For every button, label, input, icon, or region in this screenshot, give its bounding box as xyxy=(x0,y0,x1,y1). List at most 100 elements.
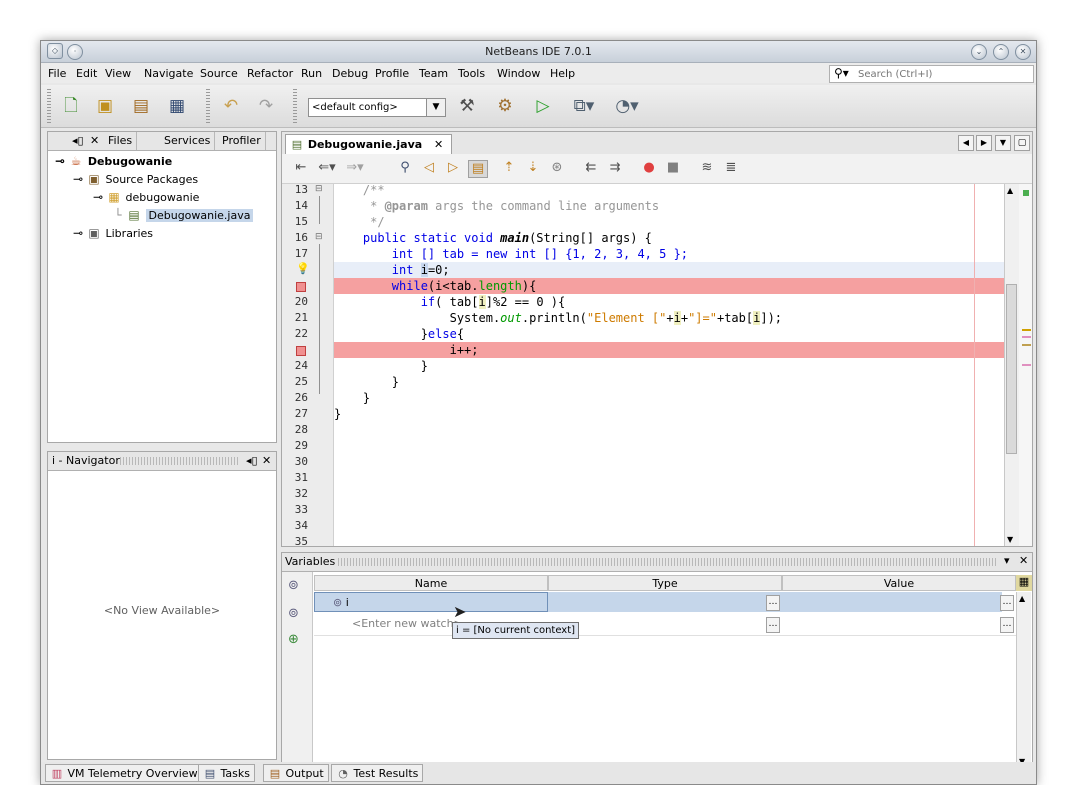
tab-files[interactable]: Files xyxy=(104,132,138,150)
panel-grip[interactable] xyxy=(338,558,998,566)
tab-profiler[interactable]: Profiler xyxy=(218,132,266,150)
menu-team[interactable]: Team xyxy=(419,67,448,80)
comment-icon[interactable]: ≋ xyxy=(698,160,716,176)
close-tab-icon[interactable]: ✕ xyxy=(434,138,443,151)
expand-icon[interactable]: ⊸ xyxy=(70,225,86,241)
tree-file[interactable]: └ ▤ Debugowanie.java xyxy=(110,207,254,223)
stripe-mark[interactable] xyxy=(1022,336,1031,338)
find-icon[interactable]: ⚲ xyxy=(396,160,414,176)
toolbar-grip[interactable] xyxy=(293,89,297,123)
vm-telemetry-button[interactable]: ▥ VM Telemetry Overview xyxy=(45,764,203,782)
menu-source[interactable]: Source xyxy=(200,67,238,80)
toggle-bookmark-icon[interactable]: ⊛ xyxy=(548,160,566,176)
column-chooser-icon[interactable]: ▦ xyxy=(1016,575,1032,591)
close-panel-icon[interactable]: ✕ xyxy=(86,132,103,150)
stripe-mark[interactable] xyxy=(1022,364,1031,366)
last-edit-icon[interactable]: ⇤ xyxy=(292,160,310,176)
breakpoint-icon[interactable] xyxy=(296,282,306,292)
profile-icon[interactable]: ◔▾ xyxy=(609,94,645,118)
menu-profile[interactable]: Profile xyxy=(375,67,409,80)
debug-icon[interactable]: ⧉▾ xyxy=(566,94,602,118)
line-gutter[interactable]: 13 14 15 16 17 💡 20 21 22 24 25 26 27 28… xyxy=(282,184,334,546)
toolbar-grip[interactable] xyxy=(47,89,51,123)
fold-icon[interactable]: ⊟ xyxy=(315,232,323,242)
ellipsis-button[interactable]: … xyxy=(1000,595,1014,611)
open-project-icon[interactable]: ▤ xyxy=(129,94,153,118)
redo-icon[interactable]: ↷ xyxy=(254,94,278,118)
fold-icon[interactable]: ⊟ xyxy=(315,184,323,194)
stripe-mark[interactable] xyxy=(1022,329,1031,331)
tab-services[interactable]: Services xyxy=(160,132,216,150)
new-watch-icon[interactable]: ⊕ xyxy=(288,632,299,647)
scroll-up-icon[interactable]: ▲ xyxy=(1007,186,1013,195)
minimize-icon[interactable]: ⌄ xyxy=(971,44,987,60)
save-all-icon[interactable]: ▦ xyxy=(165,94,189,118)
tree-package[interactable]: ⊸ ▦ debugowanie xyxy=(90,189,199,205)
menu-file[interactable]: File xyxy=(48,67,66,80)
find-previous-icon[interactable]: ◁ xyxy=(420,160,438,176)
panel-grip[interactable] xyxy=(120,457,238,465)
toolbar-grip[interactable] xyxy=(206,89,210,123)
editor-scrollbar[interactable]: ▲ ▼ xyxy=(1004,184,1019,546)
toggle-highlight-icon[interactable]: ▤ xyxy=(468,160,488,178)
menu-view[interactable]: View xyxy=(105,67,131,80)
find-next-icon[interactable]: ▷ xyxy=(444,160,462,176)
start-macro-icon[interactable]: ● xyxy=(640,160,658,176)
documents-dropdown-icon[interactable]: ▼ xyxy=(995,135,1011,151)
menu-window[interactable]: Window xyxy=(497,67,540,80)
clean-build-icon[interactable]: ⚙ xyxy=(493,94,517,118)
menu-edit[interactable]: Edit xyxy=(76,67,97,80)
watch-row-type[interactable] xyxy=(548,592,782,612)
stop-macro-icon[interactable]: ■ xyxy=(664,160,682,176)
watch-icon[interactable]: ⊚ xyxy=(288,578,299,593)
shift-left-icon[interactable]: ⇇ xyxy=(582,160,600,176)
close-icon[interactable]: ✕ xyxy=(1015,44,1031,60)
maximize-icon[interactable]: ⌃ xyxy=(993,44,1009,60)
menu-help[interactable]: Help xyxy=(550,67,575,80)
next-bookmark-icon[interactable]: ⇣ xyxy=(524,160,542,176)
menu-navigate[interactable]: Navigate xyxy=(144,67,193,80)
code-area[interactable]: /** * @param args the command line argum… xyxy=(334,184,1004,546)
test-results-button[interactable]: ◔ Test Results xyxy=(331,764,424,782)
build-icon[interactable]: ⚒ xyxy=(455,94,479,118)
column-name[interactable]: Name xyxy=(314,575,548,591)
menu-debug[interactable]: Debug xyxy=(332,67,368,80)
tab-debugowanie-java[interactable]: ▤ Debugowanie.java ✕ xyxy=(285,134,453,155)
maximize-editor-icon[interactable]: ▢ xyxy=(1014,135,1030,151)
close-panel-icon[interactable]: ✕ xyxy=(258,452,275,470)
output-button[interactable]: ▤ Output xyxy=(263,764,329,782)
menu-refactor[interactable]: Refactor xyxy=(247,67,293,80)
quick-search[interactable]: ⚲▾ xyxy=(829,65,1034,83)
watch-icon[interactable]: ⊚ xyxy=(288,606,299,621)
menu-tools[interactable]: Tools xyxy=(458,67,485,80)
scrollbar-thumb[interactable] xyxy=(1006,284,1017,454)
tree-source-packages[interactable]: ⊸ ▣ Source Packages xyxy=(70,171,198,187)
tasks-button[interactable]: ▤ Tasks xyxy=(198,764,255,782)
close-panel-icon[interactable]: ✕ xyxy=(1019,554,1028,567)
error-stripe[interactable] xyxy=(1019,184,1032,546)
ellipsis-button[interactable]: … xyxy=(766,595,780,611)
panel-menu-icon[interactable]: ▾ xyxy=(1004,554,1010,567)
search-input[interactable] xyxy=(858,67,1028,81)
expand-icon[interactable]: ⊸ xyxy=(90,189,106,205)
scroll-up-icon[interactable]: ▲ xyxy=(1019,594,1025,603)
column-type[interactable]: Type xyxy=(548,575,782,591)
new-file-icon[interactable]: 🗋 xyxy=(59,94,83,118)
chevron-down-icon[interactable]: ▼ xyxy=(426,99,445,116)
config-combo[interactable]: <default config> ▼ xyxy=(308,98,446,117)
back-icon[interactable]: ⇐▾ xyxy=(314,160,340,176)
watch-row-name[interactable]: ⊚ i xyxy=(314,592,548,612)
uncomment-icon[interactable]: ≣ xyxy=(722,160,740,176)
run-icon[interactable]: ▷ xyxy=(531,94,555,118)
undo-icon[interactable]: ↶ xyxy=(219,94,243,118)
column-value[interactable]: Value xyxy=(782,575,1016,591)
minimize-window-icon[interactable]: ◂▯ xyxy=(68,132,88,150)
title-bar[interactable]: ◇ · NetBeans IDE 7.0.1 ⌄ ⌃ ✕ xyxy=(41,41,1036,63)
new-project-icon[interactable]: ▣ xyxy=(93,94,117,118)
scroll-down-icon[interactable]: ▼ xyxy=(1007,535,1013,544)
ellipsis-button[interactable]: … xyxy=(766,617,780,633)
previous-bookmark-icon[interactable]: ⇡ xyxy=(500,160,518,176)
scroll-right-icon[interactable]: ▶ xyxy=(976,135,992,151)
hint-bulb-icon[interactable]: 💡 xyxy=(296,262,310,275)
stripe-mark[interactable] xyxy=(1022,344,1031,346)
